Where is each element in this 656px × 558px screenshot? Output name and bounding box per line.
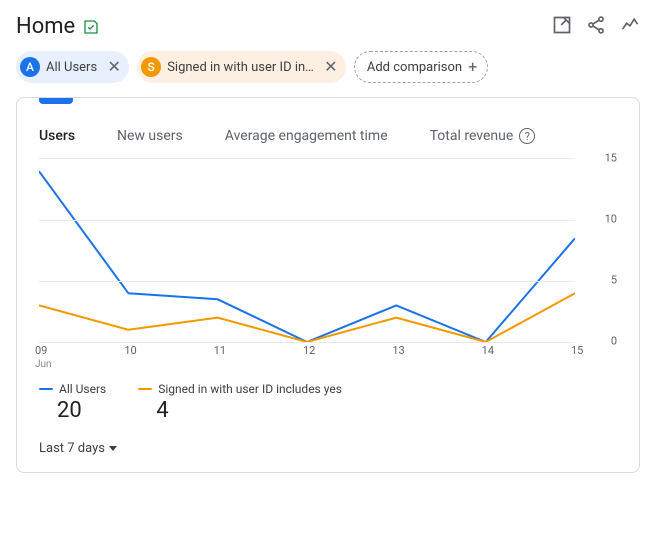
x-tick-label: 10 [124, 344, 136, 357]
date-range-label: Last 7 days [39, 441, 105, 456]
legend-count: 20 [39, 398, 106, 423]
chevron-down-icon [109, 446, 117, 451]
x-tick-label: 13 [392, 344, 404, 357]
chip-all-users[interactable]: A All Users ✕ [16, 51, 129, 83]
tab-label: Total revenue [430, 128, 514, 144]
legend-count: 4 [138, 398, 342, 423]
legend-item-all-users: All Users 20 [39, 382, 106, 423]
series-line [39, 171, 575, 342]
tab-total-revenue[interactable]: Total revenue ? [430, 128, 536, 144]
series-line [39, 293, 575, 342]
x-tick-label: 12 [303, 344, 315, 357]
customize-icon[interactable] [552, 15, 572, 39]
chip-remove-icon[interactable]: ✕ [320, 56, 342, 78]
insights-icon[interactable] [620, 15, 640, 39]
legend-swatch [39, 388, 53, 390]
chip-remove-icon[interactable]: ✕ [103, 56, 125, 78]
add-comparison-button[interactable]: Add comparison + [354, 51, 488, 83]
add-comparison-label: Add comparison [367, 60, 462, 75]
legend-label: All Users [59, 382, 106, 396]
plus-icon: + [468, 59, 477, 75]
x-tick-label: 09Jun [35, 344, 52, 370]
legend-swatch [138, 388, 152, 390]
chip-signed-in[interactable]: S Signed in with user ID in… ✕ [137, 51, 346, 83]
chip-label: All Users [46, 60, 97, 75]
y-tick-label: 5 [581, 274, 617, 287]
y-tick-label: 15 [581, 152, 617, 165]
legend-label: Signed in with user ID includes yes [158, 382, 342, 396]
x-tick-label: 11 [214, 344, 226, 357]
overview-card: Users New users Average engagement time … [16, 97, 640, 473]
page-title: Home [16, 14, 75, 39]
chip-avatar: S [141, 57, 161, 77]
y-tick-label: 0 [581, 335, 617, 348]
x-tick-label: 14 [482, 344, 494, 357]
chart-area: 09Jun101112131415 051015 [39, 158, 617, 368]
chip-avatar: A [20, 57, 40, 77]
share-icon[interactable] [586, 15, 606, 39]
chip-label: Signed in with user ID in… [167, 60, 314, 75]
verified-icon [83, 19, 99, 35]
y-tick-label: 10 [581, 213, 617, 226]
tab-new-users[interactable]: New users [117, 128, 183, 144]
legend-item-signed-in: Signed in with user ID includes yes 4 [138, 382, 342, 423]
tab-avg-engagement[interactable]: Average engagement time [225, 128, 388, 144]
tab-users[interactable]: Users [39, 128, 75, 144]
date-range-selector[interactable]: Last 7 days [17, 423, 139, 460]
help-icon[interactable]: ? [519, 128, 535, 144]
